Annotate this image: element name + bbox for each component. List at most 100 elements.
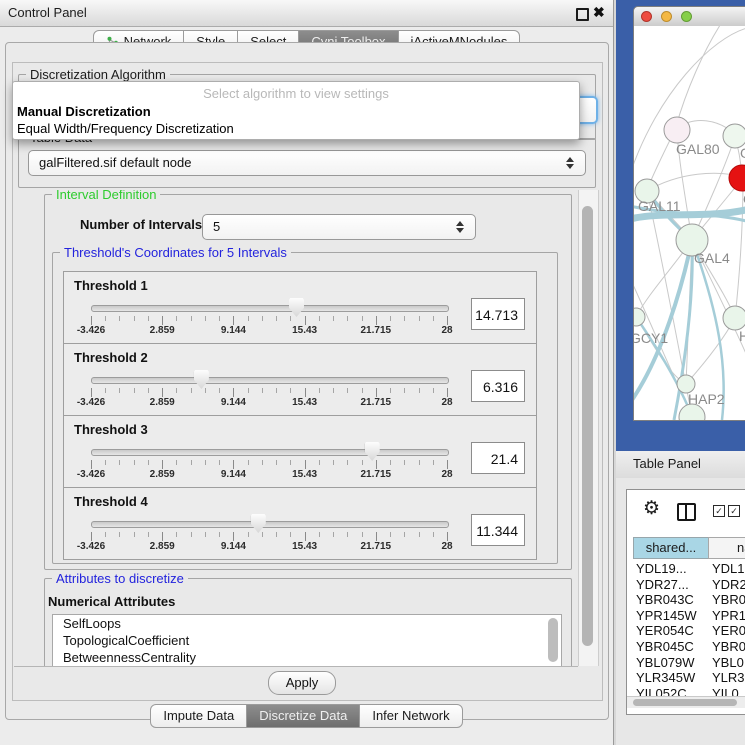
tick-mark xyxy=(333,460,334,465)
number-of-intervals-combo[interactable]: 5 xyxy=(202,214,476,240)
tick-mark xyxy=(447,388,448,397)
scrollbar-thumb[interactable] xyxy=(633,699,737,706)
table-row[interactable]: YER054CYER0 xyxy=(627,623,745,639)
table-row[interactable]: YBR043CYBR0 xyxy=(627,592,745,608)
dropdown-option-manual-discretization[interactable]: Manual Discretization xyxy=(17,104,151,119)
threshold-value-field[interactable]: 21.4 xyxy=(471,442,525,474)
zoom-traffic-light-icon[interactable] xyxy=(681,11,692,22)
tick-mark xyxy=(447,460,448,469)
tick-mark xyxy=(233,388,234,397)
tick-mark xyxy=(205,316,206,321)
tab-discretize-data[interactable]: Discretize Data xyxy=(246,704,360,728)
tick-mark xyxy=(433,460,434,465)
network-node-h[interactable] xyxy=(723,306,745,330)
cell-name: YPR1 xyxy=(712,608,745,624)
tick-mark xyxy=(319,388,320,393)
split-columns-icon[interactable] xyxy=(677,503,696,521)
tick-label: 15.43 xyxy=(283,469,327,480)
tick-label: 2.859 xyxy=(140,541,184,552)
tick-mark xyxy=(419,316,420,321)
tick-label: 9.144 xyxy=(211,541,255,552)
tick-mark xyxy=(148,388,149,393)
checkbox-icon[interactable]: ✓ xyxy=(728,505,740,517)
tick-mark xyxy=(376,388,377,397)
slider-tick-labels: -3.4262.8599.14415.4321.71528 xyxy=(91,397,448,409)
node-label: H xyxy=(739,328,745,344)
tick-mark xyxy=(362,388,363,393)
slider-track[interactable] xyxy=(91,449,449,456)
tick-label: 15.43 xyxy=(283,541,327,552)
dropdown-option-equal-width-frequency[interactable]: Equal Width/Frequency Discretization xyxy=(17,121,234,136)
slider-tick-labels: -3.4262.8599.14415.4321.71528 xyxy=(91,325,448,337)
tick-mark xyxy=(404,532,405,537)
tick-label: 21.715 xyxy=(354,397,398,408)
network-node-gal80[interactable] xyxy=(664,117,690,143)
table-row[interactable]: YPR145WYPR1 xyxy=(627,608,745,624)
slider-thumb[interactable] xyxy=(251,514,266,533)
slider-thumb[interactable] xyxy=(289,298,304,317)
attribute-item[interactable]: BetweennessCentrality xyxy=(53,649,561,666)
threshold-value-field[interactable]: 6.316 xyxy=(471,370,525,402)
scrollbar-thumb[interactable] xyxy=(582,206,593,646)
close-icon[interactable]: ✖ xyxy=(593,4,605,21)
minimize-traffic-light-icon[interactable] xyxy=(661,11,672,22)
threshold-label: Threshold 4 xyxy=(74,494,148,509)
attribute-item[interactable]: SelfLoops xyxy=(53,615,561,632)
tick-label: 2.859 xyxy=(140,325,184,336)
table-row[interactable]: YBL079WYBL0 xyxy=(627,655,745,671)
slider-track[interactable] xyxy=(91,377,449,384)
table-row[interactable]: YDL19...YDL1 xyxy=(627,561,745,577)
table-panel-area: ⚙ ✓ ✓ shared... na YDL19...YDL1YDR27...Y… xyxy=(616,478,745,745)
gear-icon[interactable]: ⚙ xyxy=(643,498,660,520)
network-canvas[interactable]: GAL80GACGAL11GAL4GCY1HHAP2 xyxy=(634,26,745,420)
numerical-attributes-list[interactable]: SelfLoopsTopologicalCoefficientBetweenne… xyxy=(52,614,562,667)
tab-infer-network[interactable]: Infer Network xyxy=(359,704,462,728)
tick-mark xyxy=(176,460,177,465)
tick-label: 28 xyxy=(425,469,469,480)
checkbox-icon[interactable]: ✓ xyxy=(713,505,725,517)
tick-mark xyxy=(162,532,163,541)
cell-shared-name: YDR27... xyxy=(636,577,689,593)
network-edge[interactable] xyxy=(647,173,742,191)
tab-label: Impute Data xyxy=(163,705,234,727)
slider-thumb[interactable] xyxy=(365,442,380,461)
threshold-label: Threshold 2 xyxy=(74,350,148,365)
tick-mark xyxy=(290,388,291,393)
table-horizontal-scrollbar[interactable] xyxy=(627,696,745,708)
tab-impute-data[interactable]: Impute Data xyxy=(150,704,247,728)
attribute-item[interactable]: TopologicalCoefficient xyxy=(53,632,561,649)
tick-label: -3.426 xyxy=(69,397,113,408)
network-window-titlebar[interactable] xyxy=(634,7,745,27)
network-view-window[interactable]: GAL80GACGAL11GAL4GCY1HHAP2 xyxy=(633,6,745,421)
tick-mark xyxy=(233,532,234,541)
network-node-gcy1[interactable] xyxy=(634,308,645,326)
attributes-list-scrollbar[interactable] xyxy=(548,618,558,662)
slider-thumb[interactable] xyxy=(194,370,209,389)
threshold-value-field[interactable]: 11.344 xyxy=(471,514,525,546)
table-row[interactable]: YBR045CYBR0 xyxy=(627,639,745,655)
table-row[interactable]: YDR27...YDR2 xyxy=(627,577,745,593)
tick-mark xyxy=(347,460,348,465)
tick-mark xyxy=(134,316,135,321)
tick-mark xyxy=(191,388,192,393)
table-data-combo[interactable]: galFiltered.sif default node xyxy=(28,150,586,176)
apply-button[interactable]: Apply xyxy=(268,671,336,695)
column-header-name[interactable]: na xyxy=(708,537,745,559)
tick-label: 21.715 xyxy=(354,541,398,552)
float-window-icon[interactable] xyxy=(576,8,589,21)
tick-mark xyxy=(262,532,263,537)
network-node-c[interactable] xyxy=(729,165,745,191)
cell-shared-name: YDL19... xyxy=(636,561,687,577)
tick-mark xyxy=(262,460,263,465)
tick-mark xyxy=(134,388,135,393)
network-edge[interactable] xyxy=(735,179,743,318)
table-row[interactable]: YLR345WYLR3 xyxy=(627,670,745,686)
slider-track[interactable] xyxy=(91,305,449,312)
tick-mark xyxy=(119,532,120,537)
threshold-value-field[interactable]: 14.713 xyxy=(471,298,525,330)
slider-track[interactable] xyxy=(91,521,449,528)
tick-mark xyxy=(333,316,334,321)
column-header-shared-name[interactable]: shared... xyxy=(633,537,709,559)
close-traffic-light-icon[interactable] xyxy=(641,11,652,22)
settings-vertical-scrollbar[interactable] xyxy=(578,190,599,666)
